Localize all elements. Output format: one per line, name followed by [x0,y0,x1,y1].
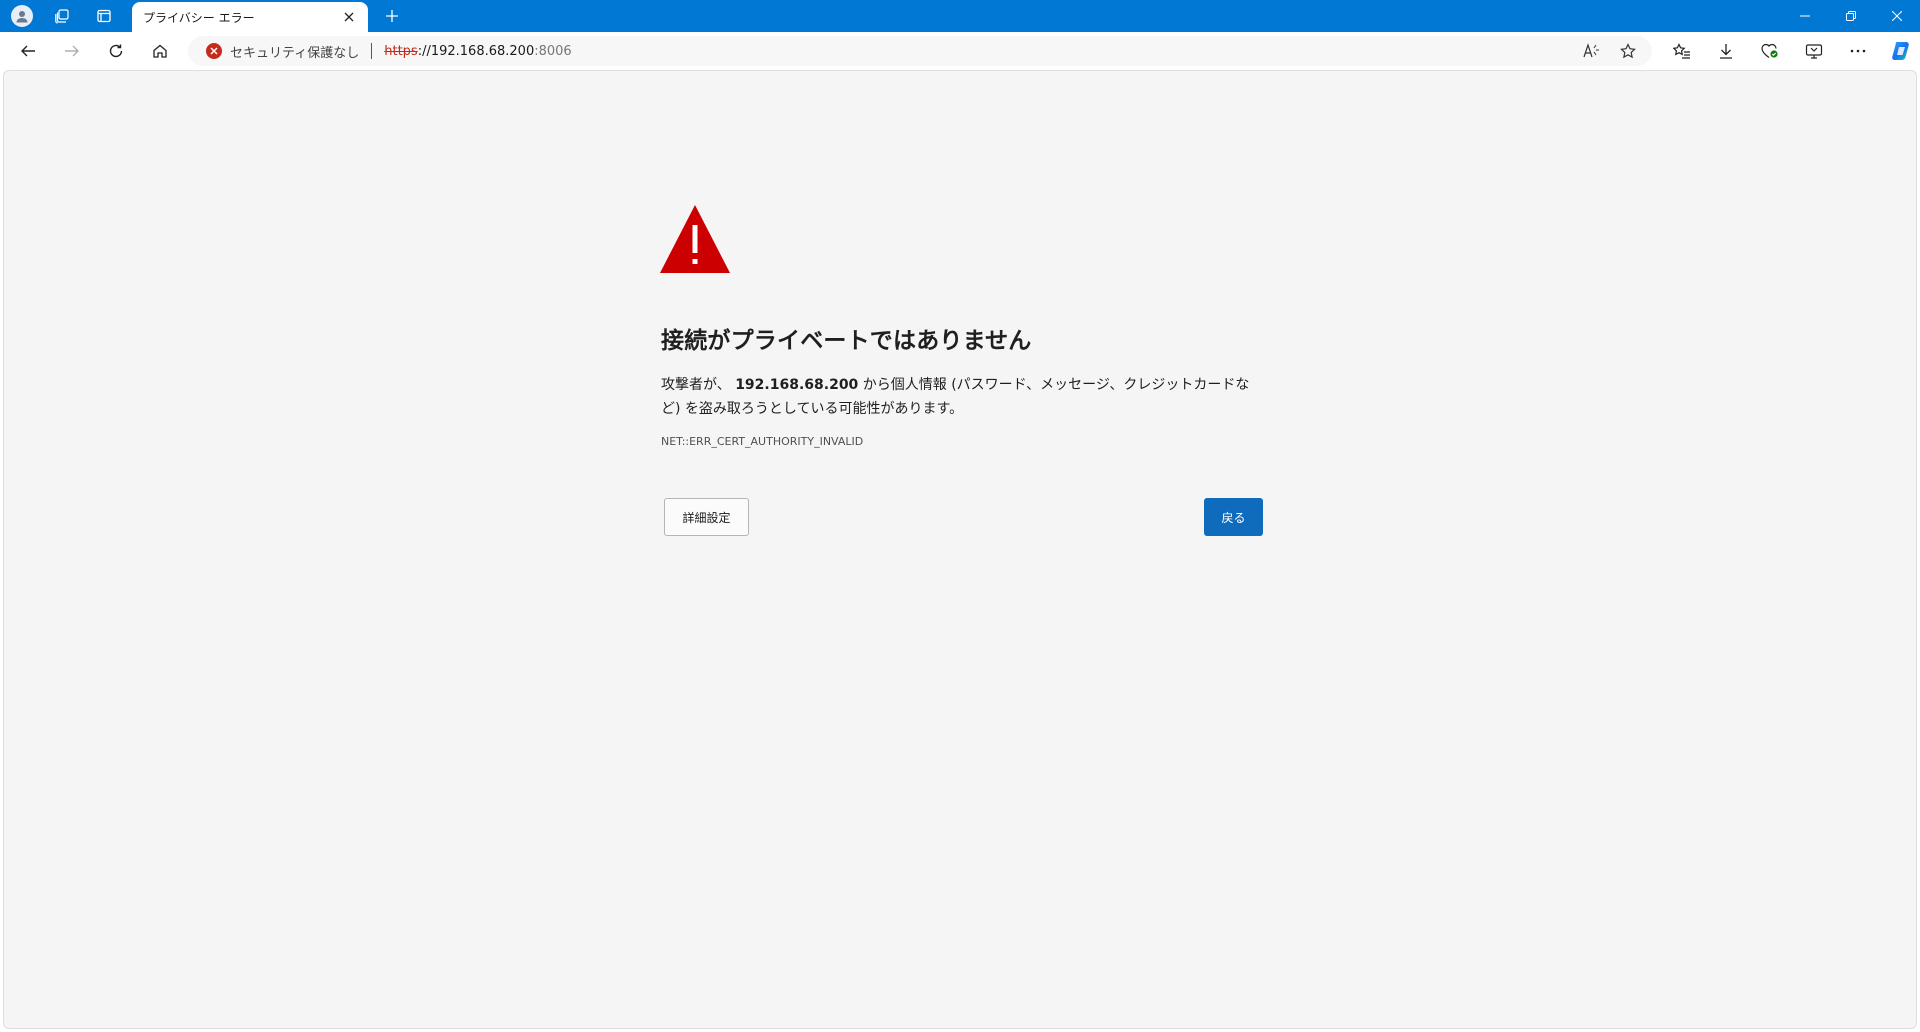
browser-essentials-icon [1761,43,1778,58]
security-label[interactable]: セキュリティ保護なし [230,42,359,61]
profile-button[interactable] [2,0,42,32]
new-tab-button[interactable] [378,3,406,29]
refresh-icon [109,44,123,58]
minimize-icon [1800,15,1810,17]
screenshot-icon [1805,44,1823,59]
url-text[interactable]: https://192.168.68.200:8006 [384,44,571,59]
tab-title: プライバシー エラー [143,10,255,25]
browser-toolbar: セキュリティ保護なし https://192.168.68.200:8006 [0,32,1920,70]
desc-host: 192.168.68.200 [735,377,859,393]
forward-button[interactable] [56,35,88,67]
url-port: :8006 [534,43,572,59]
restore-icon [1846,11,1856,21]
add-favorite-button[interactable] [1610,36,1646,66]
workspaces-button[interactable] [42,0,82,32]
close-icon [1892,11,1902,21]
favorites-icon [1673,43,1690,59]
close-icon [344,12,354,22]
back-to-safety-button[interactable]: 戻る [1204,498,1263,536]
plus-icon [386,10,398,22]
restore-button[interactable] [1828,0,1874,32]
address-separator [371,43,373,59]
copilot-icon [1892,42,1909,60]
page-title: 接続がプライベートではありません [661,328,1032,354]
warning-icon [660,205,730,273]
copilot-button[interactable] [1880,35,1920,67]
minimize-button[interactable] [1782,0,1828,32]
not-secure-icon[interactable] [206,43,222,59]
workspaces-icon [55,9,69,24]
downloads-button[interactable] [1704,35,1748,67]
home-button[interactable] [144,35,176,67]
close-window-button[interactable] [1874,0,1920,32]
forward-arrow-icon [65,45,79,57]
tab-actions-button[interactable] [84,0,124,32]
favorite-star-icon [1620,43,1636,59]
toolbar-actions [1660,35,1920,67]
download-icon [1720,44,1732,59]
browser-essentials-button[interactable] [1748,35,1792,67]
read-aloud-icon [1583,43,1599,58]
profile-icon [11,5,33,27]
advanced-button[interactable]: 詳細設定 [664,498,749,536]
screenshot-button[interactable] [1792,35,1836,67]
error-content: 接続がプライベートではありません 攻撃者が、 192.168.68.200 から… [660,205,1265,536]
back-button[interactable] [12,35,44,67]
desc-prefix: 攻撃者が、 [661,377,731,393]
url-host: ://192.168.68.200 [417,43,535,59]
back-arrow-icon [21,45,35,57]
favorites-button[interactable] [1660,35,1704,67]
window-controls [1782,0,1920,32]
tab-close-button[interactable] [340,8,358,26]
page-viewport: 接続がプライベートではありません 攻撃者が、 192.168.68.200 から… [3,70,1917,1029]
error-code: NET::ERR_CERT_AUTHORITY_INVALID [661,435,864,448]
more-button[interactable] [1836,35,1880,67]
read-aloud-button[interactable] [1574,36,1610,66]
address-actions [1574,36,1646,66]
address-bar[interactable]: セキュリティ保護なし https://192.168.68.200:8006 [188,36,1652,66]
refresh-button[interactable] [100,35,132,67]
error-description: 攻撃者が、 192.168.68.200 から個人情報 (パスワード、メッセージ… [661,373,1261,421]
url-scheme: https [384,43,418,59]
more-icon [1850,49,1866,53]
title-bar: プライバシー エラー [0,0,1920,32]
home-icon [153,44,167,58]
tab-privacy-error[interactable]: プライバシー エラー [132,2,368,32]
tab-actions-icon [97,9,111,23]
button-row: 詳細設定 戻る [661,498,1265,536]
